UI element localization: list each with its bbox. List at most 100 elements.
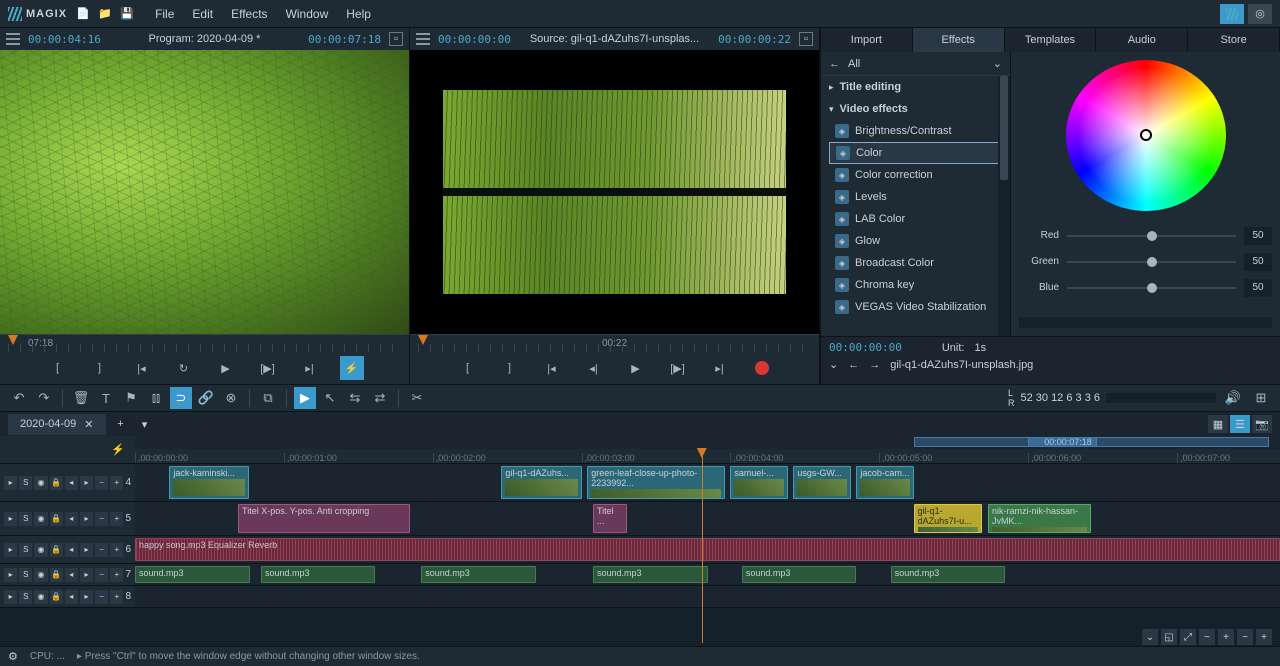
ruler-body[interactable]: 00:00:07:18 ,00:00:00:00,00:00:01:00,00:… — [135, 436, 1280, 463]
out-point-button[interactable]: ] — [88, 356, 112, 380]
new-file-icon[interactable]: 📄 — [75, 6, 91, 22]
effects-toggle-button[interactable]: ⚡ — [340, 356, 364, 380]
clip[interactable]: jacob-cam... — [856, 466, 913, 499]
clip[interactable]: sound.mp3 — [421, 566, 536, 583]
tab-import[interactable]: Import — [821, 28, 913, 52]
hamburger-icon[interactable] — [416, 33, 430, 45]
fx-item[interactable]: ◈Broadcast Color — [829, 252, 1002, 274]
play-range-button[interactable]: [▶] — [666, 356, 690, 380]
track-body[interactable]: jack-kaminski...gil-q1-dAZuhs...green-le… — [135, 464, 1280, 501]
menu-window[interactable]: Window — [286, 7, 329, 21]
delete-button[interactable]: 🗑 — [70, 387, 92, 409]
tab-effects[interactable]: Effects — [913, 28, 1005, 52]
clip[interactable]: samuel-... — [730, 466, 787, 499]
fx-item[interactable]: ◈Color — [829, 142, 1002, 164]
scrollbar[interactable] — [998, 76, 1010, 336]
track-expand[interactable]: ▸ — [4, 590, 17, 604]
split-button[interactable]: ⧉ — [257, 387, 279, 409]
fx-button[interactable]: ▸ — [80, 543, 93, 557]
play-button[interactable]: ▶ — [214, 356, 238, 380]
minus-button[interactable]: − — [95, 568, 108, 582]
plus-button[interactable]: + — [110, 590, 123, 604]
clip[interactable]: gil-q1-dAZuhs... — [501, 466, 581, 499]
speaker-icon[interactable]: 🔊 — [1222, 387, 1244, 409]
slider-value[interactable]: 50 — [1244, 279, 1272, 297]
chevron-down-icon[interactable]: ⌄ — [993, 57, 1002, 70]
timeline-playhead[interactable] — [702, 448, 703, 643]
list-view-button[interactable]: ☰ — [1230, 415, 1250, 433]
in-point-button[interactable]: [ — [456, 356, 480, 380]
source-tc-out[interactable]: 00:00:00:22 — [718, 33, 791, 46]
clip[interactable]: usgs-GW... — [793, 466, 850, 499]
vol-button[interactable]: ◂ — [65, 476, 78, 490]
goto-end-button[interactable]: ▸| — [708, 356, 732, 380]
zoom-menu[interactable]: ⌄ — [1142, 629, 1158, 645]
program-tc-in[interactable]: 00:00:04:16 — [28, 33, 101, 46]
menu-file[interactable]: File — [155, 7, 174, 21]
maximize-icon[interactable]: ▫ — [799, 32, 813, 46]
clip[interactable]: green-leaf-close-up-photo-2233992... — [587, 466, 724, 499]
clip[interactable]: gil-q1-dAZuhs7I-u... — [914, 504, 983, 533]
menu-help[interactable]: Help — [346, 7, 371, 21]
program-preview[interactable] — [0, 50, 409, 334]
clip[interactable]: sound.mp3 — [593, 566, 708, 583]
vol-button[interactable]: ◂ — [65, 543, 78, 557]
lightning-icon[interactable]: ⚡ — [111, 443, 125, 456]
audio-tool[interactable]: ⫾⫾ — [145, 387, 167, 409]
eye-button[interactable]: ◉ — [34, 512, 47, 526]
fx-category[interactable]: Title editing — [821, 76, 1010, 98]
unit-value[interactable]: 1s — [974, 342, 986, 354]
wheel-marker[interactable] — [1140, 129, 1152, 141]
prev-frame-button[interactable]: ◂| — [582, 356, 606, 380]
settings-icon[interactable]: ⚙ — [8, 650, 18, 663]
link-button[interactable]: 🔗 — [195, 387, 217, 409]
loop-button[interactable]: ↻ — [172, 356, 196, 380]
fx-item[interactable]: ◈VEGAS Video Stabilization — [829, 296, 1002, 318]
slider-value[interactable]: 50 — [1244, 253, 1272, 271]
fx-item[interactable]: ◈LAB Color — [829, 208, 1002, 230]
fx-item[interactable]: ◈Color correction — [829, 164, 1002, 186]
add-project-button[interactable]: + — [112, 415, 130, 433]
clip[interactable]: sound.mp3 — [891, 566, 1006, 583]
project-menu-button[interactable]: ▾ — [136, 415, 154, 433]
source-tc-in[interactable]: 00:00:00:00 — [438, 33, 511, 46]
zoom-out-v[interactable]: − — [1237, 629, 1253, 645]
plus-button[interactable]: + — [110, 568, 123, 582]
footer-timecode[interactable]: 00:00:00:00 — [829, 341, 902, 354]
record-button[interactable] — [750, 356, 774, 380]
menu-effects[interactable]: Effects — [231, 7, 267, 21]
solo-button[interactable]: S — [19, 590, 32, 604]
project-tab[interactable]: 2020-04-09 ✕ — [8, 414, 106, 435]
save-icon[interactable]: 💾 — [119, 6, 135, 22]
lock-button[interactable]: 🔒 — [50, 512, 63, 526]
vol-button[interactable]: ◂ — [65, 512, 78, 526]
lock-button[interactable]: 🔒 — [50, 476, 63, 490]
lock-button[interactable]: 🔒 — [50, 568, 63, 582]
fx-item[interactable]: ◈Glow — [829, 230, 1002, 252]
plus-button[interactable]: + — [110, 543, 123, 557]
zoom-in-h[interactable]: + — [1218, 629, 1234, 645]
fx-button[interactable]: ▸ — [80, 512, 93, 526]
grid-view-button[interactable]: ▦ — [1208, 415, 1228, 433]
solo-button[interactable]: S — [19, 476, 32, 490]
eye-button[interactable]: ◉ — [34, 590, 47, 604]
tab-audio[interactable]: Audio — [1096, 28, 1188, 52]
lock-button[interactable]: 🔒 — [50, 590, 63, 604]
source-preview[interactable] — [410, 50, 819, 334]
goto-end-button[interactable]: ▸| — [298, 356, 322, 380]
track-body[interactable] — [135, 586, 1280, 607]
tab-store[interactable]: Store — [1188, 28, 1280, 52]
close-icon[interactable]: ✕ — [84, 418, 93, 431]
hamburger-icon[interactable] — [6, 33, 20, 45]
group-button[interactable]: ⊗ — [220, 387, 242, 409]
play-range-button[interactable]: [▶] — [256, 356, 280, 380]
solo-button[interactable]: S — [19, 543, 32, 557]
slider-thumb[interactable] — [1147, 283, 1157, 293]
h-scrollbar[interactable] — [1019, 317, 1272, 328]
zoom-in-v[interactable]: + — [1256, 629, 1272, 645]
zoom-out-h[interactable]: − — [1199, 629, 1215, 645]
menu-edit[interactable]: Edit — [192, 7, 213, 21]
minus-button[interactable]: − — [95, 590, 108, 604]
slider-track[interactable] — [1067, 287, 1236, 289]
collapse-icon[interactable]: ⌄ — [829, 358, 838, 371]
